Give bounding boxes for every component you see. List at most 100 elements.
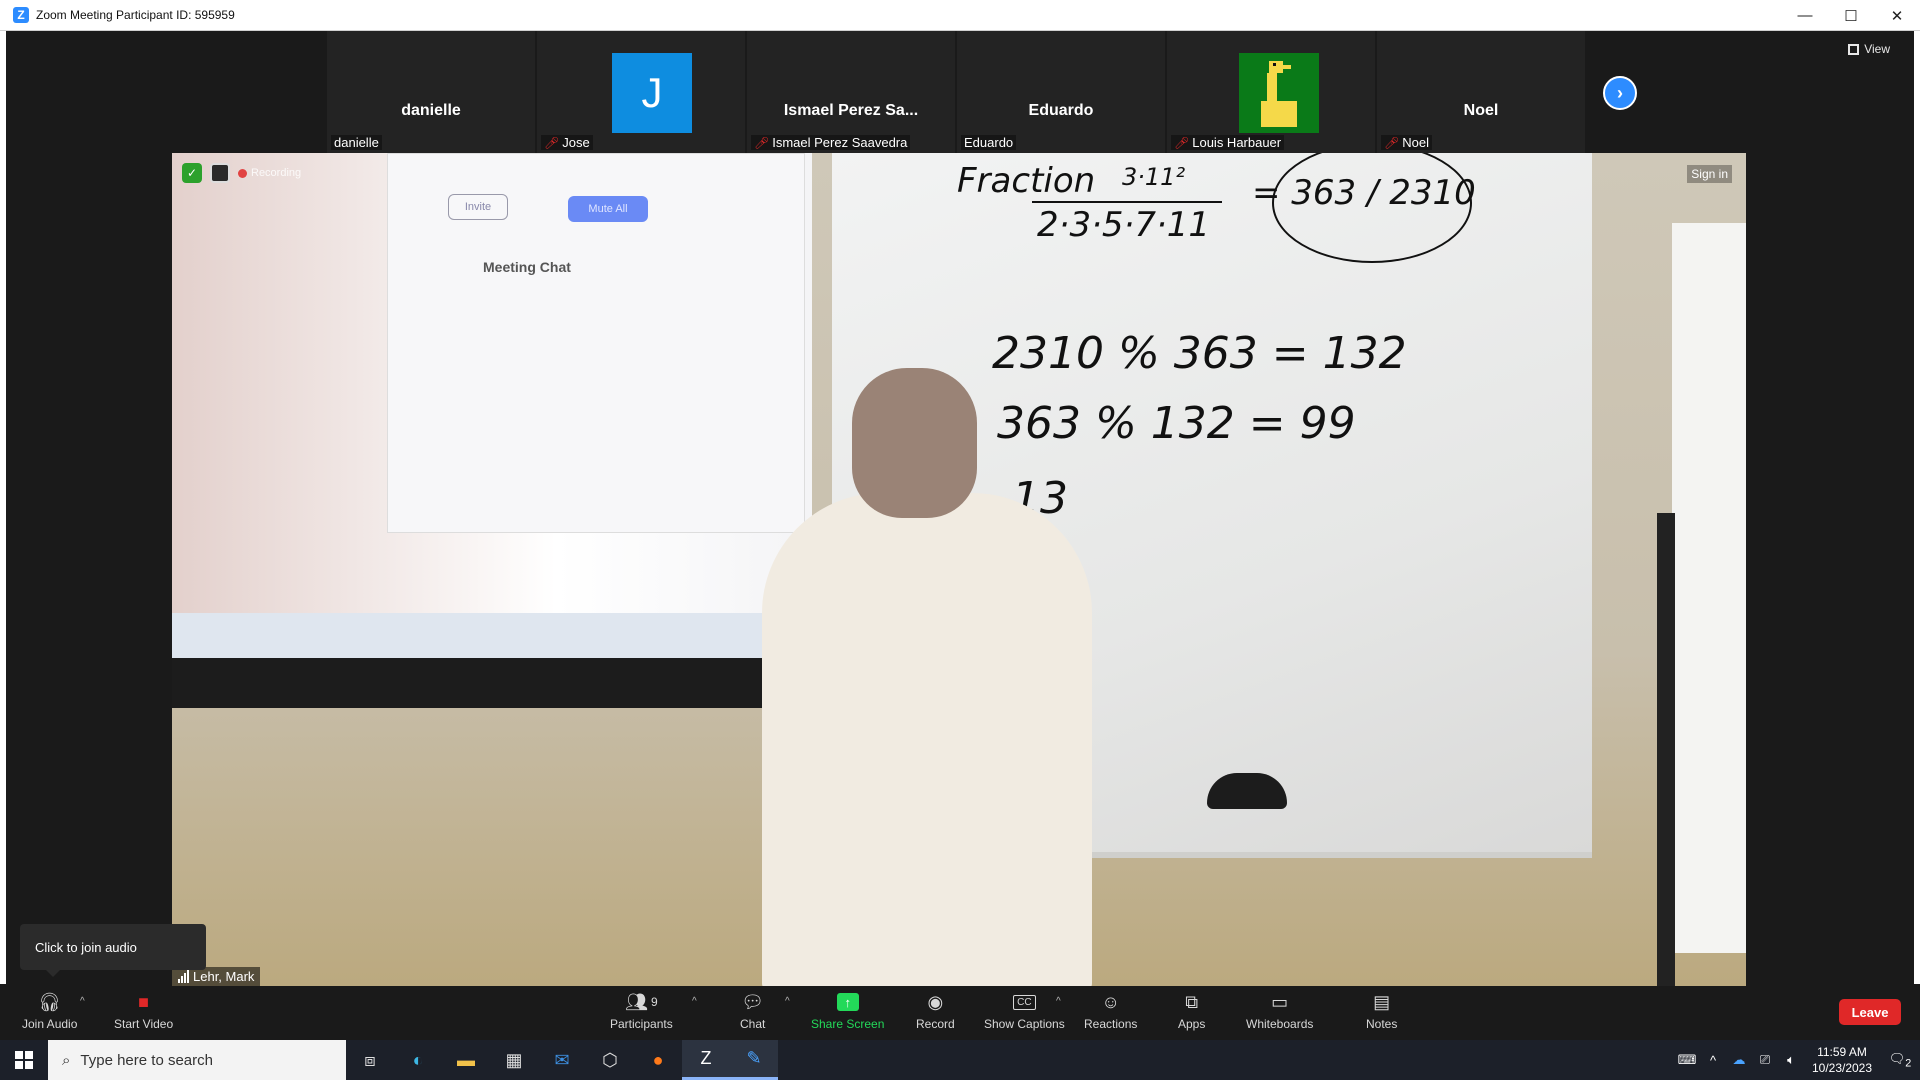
recording-indicator: Recording xyxy=(238,167,301,179)
system-tray: ⌨ ^ ☁ ⎚ 🔈︎ 11:59 AM 10/23/2023 🗨︎2 xyxy=(1674,1040,1920,1080)
board-fraction-bar xyxy=(1032,201,1222,203)
headphones-icon: 🎧︎ xyxy=(38,991,62,1012)
board-fraction-numerator: 3·11² xyxy=(1122,163,1186,191)
clock-date: 10/23/2023 xyxy=(1811,1061,1873,1075)
apps-button[interactable]: ⧉ Apps xyxy=(1178,990,1205,1032)
start-button[interactable] xyxy=(0,1040,48,1080)
close-button[interactable]: ✕ xyxy=(1874,0,1920,31)
leave-button[interactable]: Leave xyxy=(1839,999,1901,1025)
participants-button[interactable]: 👥︎ 9 Participants xyxy=(610,990,673,1032)
audio-options-caret-icon[interactable]: ^ xyxy=(80,996,85,1007)
board-circle xyxy=(1272,153,1472,263)
chat-button[interactable]: 💬︎ Chat xyxy=(740,990,766,1032)
show-hidden-icons-chevron-icon[interactable]: ^ xyxy=(1700,1053,1726,1068)
whiteboards-button[interactable]: ▭ Whiteboards xyxy=(1246,990,1314,1032)
share-screen-icon: ↑ xyxy=(836,990,859,1014)
start-video-button[interactable]: ■ Start Video xyxy=(114,990,173,1032)
participant-name: Eduardo xyxy=(964,135,1014,150)
show-captions-button[interactable]: CC Show Captions xyxy=(984,990,1065,1031)
participants-count: 9 xyxy=(650,995,658,1009)
whiteboards-label: Whiteboards xyxy=(1246,1017,1314,1031)
firefox-icon[interactable]: ● xyxy=(634,1040,682,1080)
join-audio-button[interactable]: 🎧︎ Join Audio xyxy=(22,990,77,1032)
apps-icon: ⧉ xyxy=(1185,991,1199,1012)
share-screen-button[interactable]: ↑ Share Screen xyxy=(811,990,884,1031)
search-placeholder: Type here to search xyxy=(80,1051,213,1069)
edge-browser-icon[interactable]: ◐ xyxy=(394,1040,442,1080)
layout-grid-icon[interactable] xyxy=(210,163,230,183)
zoom-app-icon[interactable]: Z xyxy=(682,1040,730,1080)
security-shield-icon[interactable]: ✓ xyxy=(182,163,202,183)
board-fraction-denominator: 2·3·5·7·11 xyxy=(1037,205,1211,245)
title-bar: Z Zoom Meeting Participant ID: 595959 — … xyxy=(0,0,1920,31)
chat-label: Chat xyxy=(740,1017,766,1031)
participant-display-name: Noel xyxy=(1463,102,1499,119)
taskbar-clock[interactable]: 11:59 AM 10/23/2023 xyxy=(1804,1044,1880,1076)
minimize-button[interactable]: — xyxy=(1782,0,1828,31)
onedrive-cloud-icon[interactable]: ☁ xyxy=(1726,1052,1752,1068)
mic-muted-icon: 🎤︎ xyxy=(1174,135,1190,150)
projected-chat-panel: Invite Mute All Meeting Chat xyxy=(387,153,805,533)
participant-tile[interactable]: J 🎤︎ Jose xyxy=(537,31,747,153)
taskbar-search-box[interactable]: ⌕ Type here to search xyxy=(48,1040,346,1080)
participants-icon: 👥︎ 9 xyxy=(625,991,658,1012)
whiteboard-app-icon[interactable]: ✎ xyxy=(730,1040,778,1080)
package-icon[interactable]: ⬡ xyxy=(586,1040,634,1080)
participant-tile[interactable]: Noel 🎤︎ Noel xyxy=(1377,31,1587,153)
main-video: Invite Mute All Meeting Chat Fraction 3·… xyxy=(172,153,1746,986)
participant-name: danielle xyxy=(334,135,379,150)
participant-tile[interactable]: 🎤︎ Louis Harbauer xyxy=(1167,31,1377,153)
file-explorer-icon[interactable]: ▬ xyxy=(442,1040,490,1080)
participant-tile[interactable]: danielle danielle xyxy=(327,31,537,153)
sign-in-button[interactable]: Sign in xyxy=(1687,165,1732,183)
notification-count: 2 xyxy=(1905,1057,1912,1070)
participant-name: Louis Harbauer xyxy=(1192,135,1282,150)
participant-name-label: Eduardo xyxy=(961,135,1017,150)
side-whiteboard xyxy=(1672,223,1746,953)
tooltip-text: Click to join audio xyxy=(35,939,137,955)
recording-dot-icon xyxy=(238,168,247,178)
microsoft-store-icon[interactable]: ▦ xyxy=(490,1040,538,1080)
presenter-head xyxy=(852,368,977,518)
chat-options-caret-icon[interactable]: ^ xyxy=(785,996,790,1007)
participant-name: Jose xyxy=(562,135,590,150)
speaker-muted-icon[interactable]: 🔈︎ xyxy=(1778,1052,1804,1068)
participants-options-caret-icon[interactable]: ^ xyxy=(692,996,697,1007)
board-eraser xyxy=(1207,773,1287,809)
captions-options-caret-icon[interactable]: ^ xyxy=(1056,996,1061,1007)
notification-center-icon[interactable]: 🗨︎2 xyxy=(1880,1051,1920,1070)
window-border-right xyxy=(1914,31,1920,984)
view-label: View xyxy=(1864,42,1890,56)
join-audio-tooltip: Click to join audio xyxy=(20,924,206,977)
meeting-toolbar: 🎧︎ Join Audio ^ ■ Start Video 👥︎ 9 Parti… xyxy=(6,986,1914,1040)
maximize-button[interactable]: ☐ xyxy=(1828,0,1874,31)
window-controls: — ☐ ✕ xyxy=(1782,0,1920,31)
participant-display-name: Ismael Perez Sa... xyxy=(783,102,919,119)
keyboard-icon[interactable]: ⌨ xyxy=(1674,1052,1700,1068)
task-view-icon[interactable]: ⧈ xyxy=(346,1040,394,1080)
record-button[interactable]: ◉ Record xyxy=(916,990,955,1032)
participant-name-label: 🎤︎ Noel xyxy=(1381,135,1432,150)
mail-icon[interactable]: ✉ xyxy=(538,1040,586,1080)
next-page-arrow-icon[interactable]: › xyxy=(1603,76,1637,110)
duck-avatar-icon xyxy=(1261,61,1297,127)
participants-label: Participants xyxy=(610,1017,673,1031)
participant-display-name: danielle xyxy=(401,102,461,119)
mic-muted-icon: 🎤︎ xyxy=(754,135,770,150)
notes-icon: ▤ xyxy=(1373,991,1391,1012)
notes-button[interactable]: ▤ Notes xyxy=(1366,990,1397,1032)
view-button[interactable]: View xyxy=(1848,42,1890,56)
whiteboard-icon: ▭ xyxy=(1271,991,1289,1012)
participant-tile[interactable]: Eduardo Eduardo xyxy=(957,31,1167,153)
record-icon: ◉ xyxy=(927,991,944,1012)
participant-name: Noel xyxy=(1402,135,1429,150)
window-title: Zoom Meeting Participant ID: 595959 xyxy=(36,8,235,22)
reactions-button[interactable]: ☺ Reactions xyxy=(1084,990,1137,1032)
projected-chat-title: Meeting Chat xyxy=(483,259,571,275)
network-icon[interactable]: ⎚ xyxy=(1752,1052,1778,1068)
speaker-name: Lehr, Mark xyxy=(193,969,255,984)
search-icon: ⌕ xyxy=(62,1051,71,1069)
participant-tile[interactable]: Ismael Perez Sa... 🎤︎ Ismael Perez Saave… xyxy=(747,31,957,153)
windows-logo-icon xyxy=(15,1051,33,1069)
recording-label: Recording xyxy=(251,167,302,179)
